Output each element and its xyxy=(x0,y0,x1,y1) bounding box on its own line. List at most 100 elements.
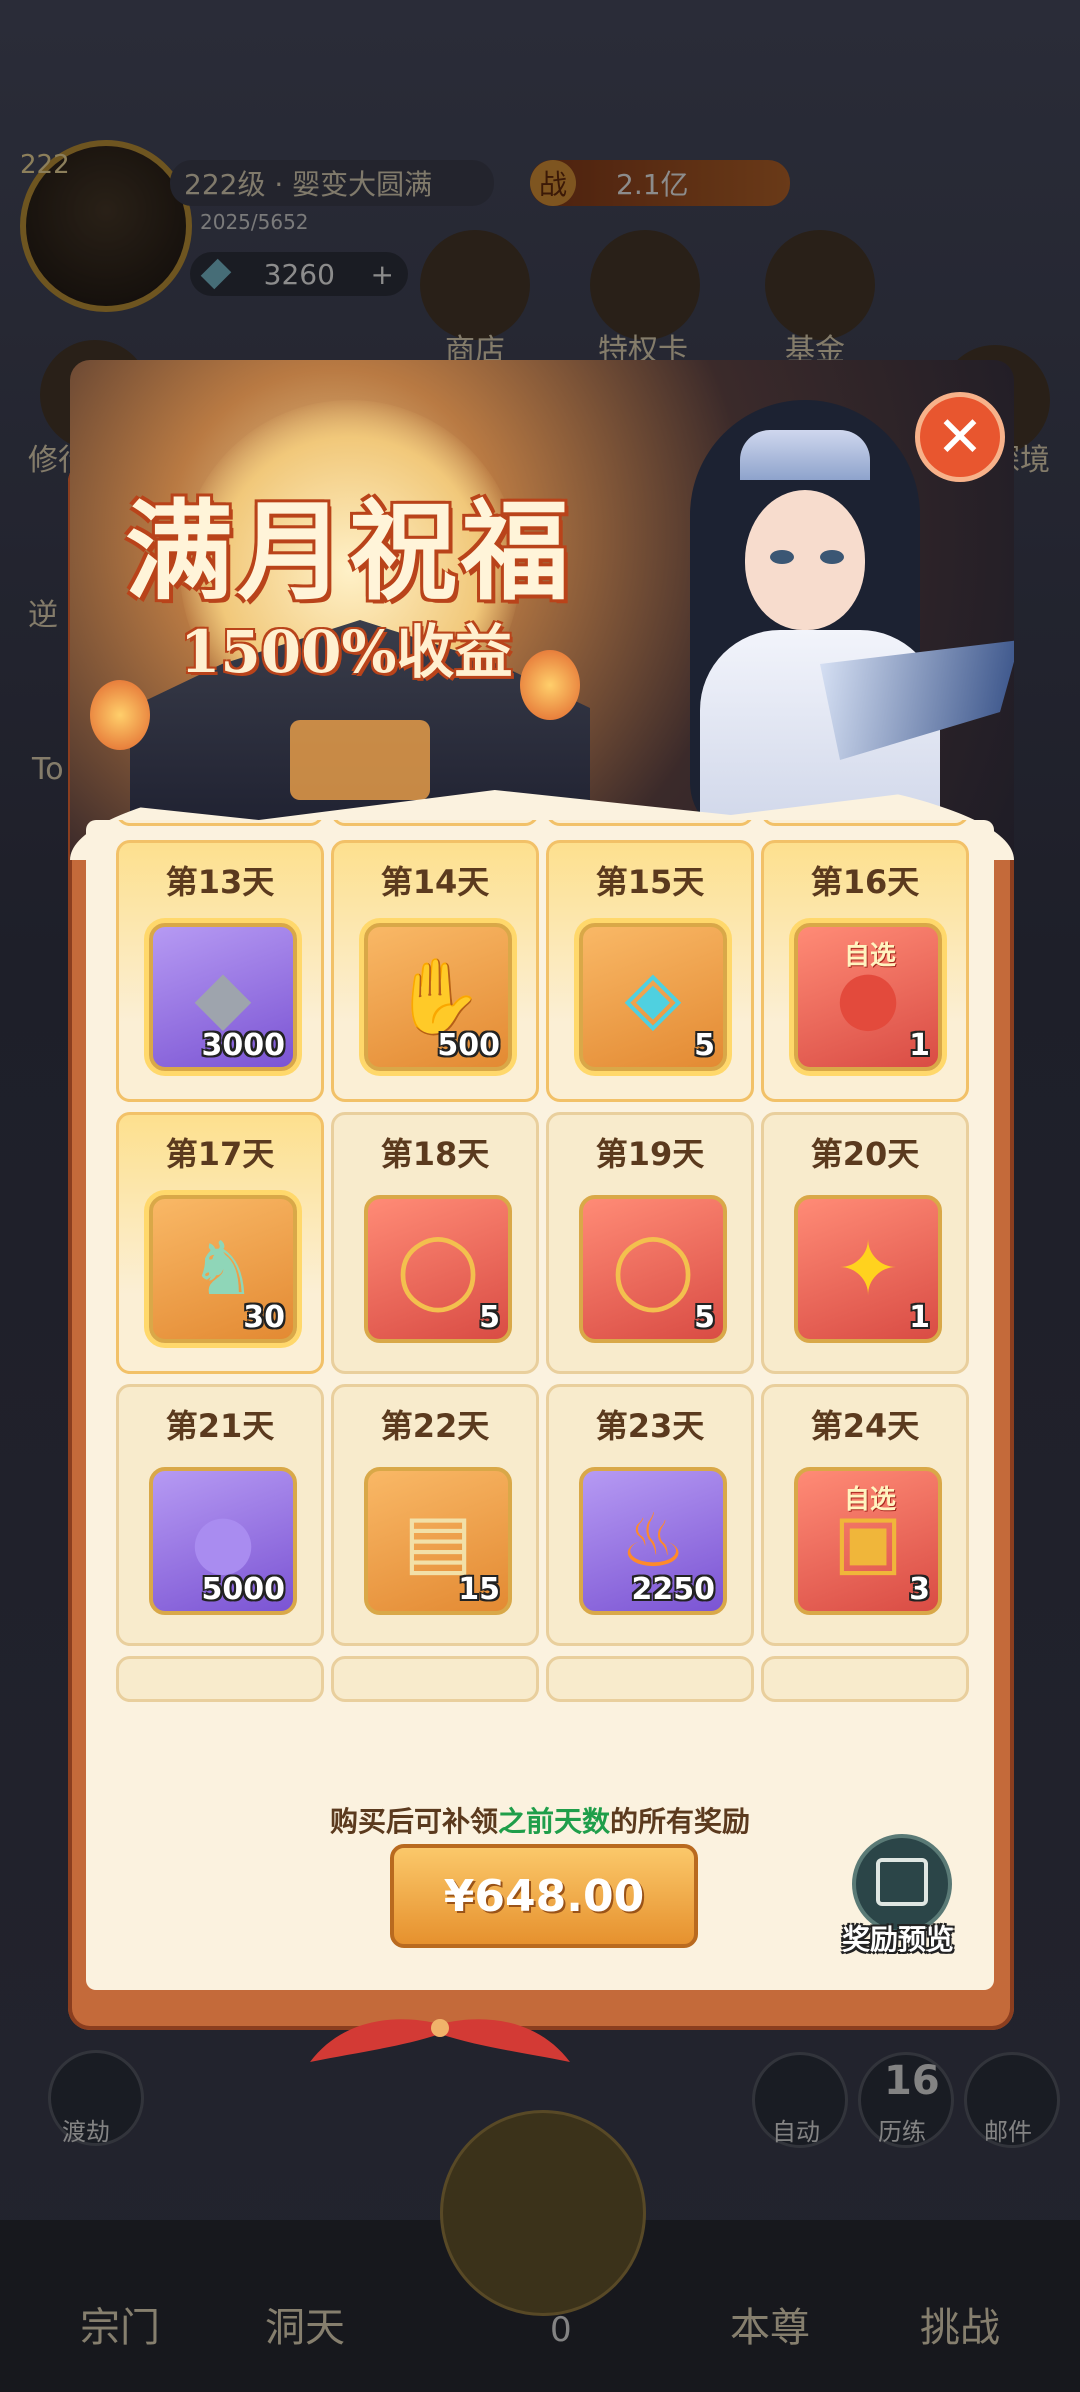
reward-quantity: 3 xyxy=(909,1572,930,1607)
reward-item[interactable]: ♨ 2250 xyxy=(579,1467,727,1615)
reward-cell[interactable]: 第16天 ● 自选 1 xyxy=(761,840,969,1102)
reward-cell[interactable]: 第15天 ◈ 5 xyxy=(546,840,754,1102)
banner-title: 满月祝福 xyxy=(125,489,574,615)
reward-item[interactable]: ◆ 3000 xyxy=(149,923,297,1071)
reward-quantity: 5 xyxy=(479,1300,500,1335)
nav-sect[interactable]: 宗门 xyxy=(80,2295,160,2353)
left-partial-label: 逆 xyxy=(28,598,58,633)
banner-subtitle: 1500%收益 xyxy=(180,618,513,686)
modal-banner: 满月祝福 1500%收益 xyxy=(70,360,1014,860)
power-badge: 战 xyxy=(530,160,576,206)
gem-value: 3260 xyxy=(263,257,335,291)
reward-quantity: 500 xyxy=(437,1028,500,1063)
reward-item[interactable]: ● 自选 1 xyxy=(794,923,942,1071)
reward-day-label: 第22天 xyxy=(380,1407,490,1445)
reward-panel: 第13天 ◆ 3000 第14天 ✋ 500 第15天 ◈ 5 第16天 ● 自选 1 第17天 ♞ 30 第1… xyxy=(86,820,994,1990)
reward-day-label: 第14天 xyxy=(380,863,490,901)
reward-cell-partial xyxy=(331,820,539,826)
auto-label: 自动 xyxy=(772,2118,820,2146)
character-crown xyxy=(740,430,870,480)
reward-item[interactable]: ◯ 5 xyxy=(364,1195,512,1343)
temple-window-light xyxy=(290,720,430,800)
character-eye xyxy=(820,550,844,564)
reward-cell[interactable]: 第13天 ◆ 3000 xyxy=(116,840,324,1102)
reward-cell-partial xyxy=(116,1656,324,1702)
reward-day-label: 第13天 xyxy=(165,863,275,901)
reward-cell-partial xyxy=(761,820,969,826)
reward-day-label: 第19天 xyxy=(595,1135,705,1173)
main-attack-button[interactable] xyxy=(440,2110,646,2316)
player-level: 222 xyxy=(20,150,70,180)
player-exp: 2025/5652 xyxy=(200,210,309,234)
main-attack-count: 0 xyxy=(550,2310,572,2350)
reward-item[interactable]: ▤ 15 xyxy=(364,1467,512,1615)
reward-preview-button[interactable]: 奖励预览 xyxy=(838,1834,958,1956)
reward-item[interactable]: ● 5000 xyxy=(149,1467,297,1615)
reward-quantity: 5 xyxy=(694,1028,715,1063)
reward-cell[interactable]: 第24天 ▣ 自选 3 xyxy=(761,1384,969,1646)
reward-item[interactable]: ◈ 5 xyxy=(579,923,727,1071)
nav-challenge[interactable]: 挑战 xyxy=(920,2295,1000,2353)
buy-button[interactable]: ¥648.00 xyxy=(390,1844,698,1948)
privilege-card-icon[interactable] xyxy=(590,230,700,340)
fund-icon[interactable] xyxy=(765,230,875,340)
nav-self[interactable]: 本尊 xyxy=(730,2295,810,2353)
optional-tag: 自选 xyxy=(844,1485,897,1515)
mail-label: 邮件 xyxy=(984,2118,1032,2146)
reward-quantity: 15 xyxy=(458,1572,500,1607)
reward-quantity: 3000 xyxy=(201,1028,286,1063)
reward-quantity: 5000 xyxy=(201,1572,286,1607)
lantern-icon xyxy=(520,650,580,720)
reward-cell[interactable]: 第18天 ◯ 5 xyxy=(331,1112,539,1374)
note-highlight: 之前天数 xyxy=(497,1805,610,1838)
gem-icon xyxy=(200,258,232,290)
shop-icon[interactable] xyxy=(420,230,530,340)
reward-day-label: 第23天 xyxy=(595,1407,705,1445)
reward-cell-partial xyxy=(761,1656,969,1702)
reward-item[interactable]: ◯ 5 xyxy=(579,1195,727,1343)
reward-cell-partial xyxy=(546,1656,754,1702)
reward-cell[interactable]: 第22天 ▤ 15 xyxy=(331,1384,539,1646)
reward-preview-label: 奖励预览 xyxy=(841,1923,954,1956)
training-count: 16 xyxy=(884,2058,940,2104)
gem-counter: 3260 + xyxy=(190,252,408,296)
ribbon-knot-icon xyxy=(310,2019,570,2062)
reward-day-label: 第20天 xyxy=(810,1135,920,1173)
reward-quantity: 1 xyxy=(909,1028,930,1063)
nav-cave[interactable]: 洞天 xyxy=(265,2295,345,2353)
reward-day-label: 第16天 xyxy=(810,863,920,901)
reward-item[interactable]: ▣ 自选 3 xyxy=(794,1467,942,1615)
reward-cell-partial xyxy=(331,1656,539,1702)
power-value: 2.1亿 xyxy=(616,168,689,201)
reward-cell[interactable]: 第19天 ◯ 5 xyxy=(546,1112,754,1374)
reward-quantity: 5 xyxy=(694,1300,715,1335)
reward-quantity: 30 xyxy=(243,1300,285,1335)
reward-cell[interactable]: 第21天 ● 5000 xyxy=(116,1384,324,1646)
optional-tag: 自选 xyxy=(844,941,897,971)
gem-add-button[interactable]: + xyxy=(371,258,394,291)
reward-quantity: 2250 xyxy=(631,1572,716,1607)
reward-quantity: 1 xyxy=(909,1300,930,1335)
reward-cell-partial xyxy=(116,820,324,826)
player-title: 222级 · 婴变大圆满 xyxy=(170,160,494,206)
tribulation-label: 渡劫 xyxy=(62,2118,110,2146)
reward-item[interactable]: ✋ 500 xyxy=(364,923,512,1071)
reward-cell[interactable]: 第14天 ✋ 500 xyxy=(331,840,539,1102)
note-suffix: 的所有奖励 xyxy=(610,1805,751,1838)
combat-power: 战 2.1亿 xyxy=(530,160,790,206)
chest-icon xyxy=(876,1858,928,1906)
left-partial-label-2: To xyxy=(32,752,64,787)
reward-item[interactable]: ✦ 1 xyxy=(794,1195,942,1343)
reward-day-label: 第24天 xyxy=(810,1407,920,1445)
reward-item[interactable]: ♞ 30 xyxy=(149,1195,297,1343)
reward-cell[interactable]: 第20天 ✦ 1 xyxy=(761,1112,969,1374)
note-prefix: 购买后可补领 xyxy=(329,1805,498,1838)
reward-cell[interactable]: 第17天 ♞ 30 xyxy=(116,1112,324,1374)
character-eye xyxy=(770,550,794,564)
training-label: 历练 xyxy=(878,2118,926,2146)
reward-cell[interactable]: 第23天 ♨ 2250 xyxy=(546,1384,754,1646)
character-face xyxy=(745,490,865,630)
close-button[interactable]: ✕ xyxy=(915,392,1005,482)
reward-day-label: 第18天 xyxy=(380,1135,490,1173)
reward-day-label: 第21天 xyxy=(165,1407,275,1445)
